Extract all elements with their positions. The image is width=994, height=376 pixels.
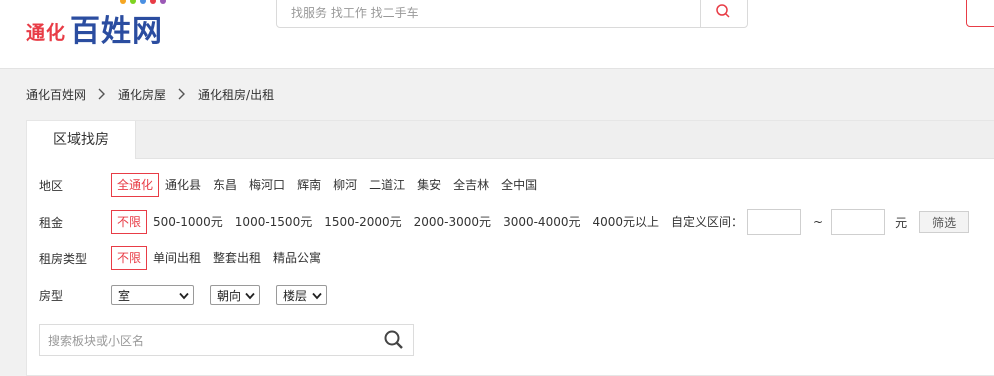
search-icon (384, 330, 403, 349)
area-option[interactable]: 全吉林 (453, 174, 489, 196)
logo-brand: 百姓网 (70, 14, 163, 49)
area-option[interactable]: 梅河口 (249, 174, 285, 196)
tab-area-search[interactable]: 区域找房 (27, 121, 136, 159)
rent-option[interactable]: 1500-2000元 (324, 211, 401, 233)
custom-range-label: 自定义区间： (671, 215, 744, 229)
area-filter-row: 地区 全通化 通化县 东昌 梅河口 辉南 柳河 二道江 集安 全吉林 全中国 (39, 173, 549, 197)
community-search (39, 324, 414, 356)
breadcrumb-housing[interactable]: 通化房屋 (118, 86, 166, 103)
floor-select-value: 楼层 (283, 289, 308, 303)
area-filter-label: 地区 (39, 178, 64, 193)
area-option-selected[interactable]: 全通化 (111, 173, 160, 197)
rent-option-selected[interactable]: 不限 (111, 210, 148, 234)
rent-type-option[interactable]: 精品公寓 (273, 247, 321, 269)
rent-filter-label: 租金 (39, 215, 64, 230)
rent-option[interactable]: 3000-4000元 (503, 211, 580, 233)
area-option[interactable]: 柳河 (333, 174, 357, 196)
rent-max-input[interactable] (831, 209, 886, 235)
rent-option[interactable]: 1000-1500元 (235, 211, 312, 233)
area-option[interactable]: 二道江 (369, 174, 405, 196)
floor-select-wrap: 楼层 (276, 285, 327, 305)
room-select-wrap: 室 (111, 285, 194, 305)
chevron-down-icon (245, 292, 255, 300)
room-select[interactable]: 室 (111, 285, 194, 305)
rent-min-input[interactable] (747, 209, 802, 235)
floor-select[interactable]: 楼层 (276, 285, 327, 305)
rent-option[interactable]: 2000-3000元 (414, 211, 491, 233)
community-search-button[interactable] (383, 329, 405, 351)
post-button[interactable] (966, 0, 994, 27)
chevron-right-icon (178, 88, 186, 100)
area-option[interactable]: 辉南 (297, 174, 321, 196)
community-search-input[interactable] (46, 331, 380, 351)
layout-filter-label: 房型 (39, 288, 64, 303)
tab-bar: 区域找房 (27, 121, 994, 159)
logo-city: 通化 (26, 22, 67, 44)
chevron-down-icon (179, 292, 189, 300)
breadcrumb: 通化百姓网 通化房屋 通化租房/出租 (26, 86, 274, 102)
rent-filter-button[interactable]: 筛选 (919, 211, 970, 233)
rent-option[interactable]: 4000元以上 (592, 211, 659, 233)
site-search-input[interactable] (289, 1, 693, 25)
rent-filter-row: 租金 不限 500-1000元 1000-1500元 1500-2000元 20… (39, 209, 970, 235)
orientation-select[interactable]: 朝向 (210, 285, 260, 305)
site-header: 通化 百姓网 (0, 0, 994, 69)
breadcrumb-rental[interactable]: 通化租房/出租 (198, 86, 274, 103)
filter-panel: 区域找房 地区 全通化 通化县 东昌 梅河口 辉南 柳河 二道江 集安 全吉林 … (26, 120, 994, 376)
rent-unit-label: 元 (895, 215, 908, 230)
area-option[interactable]: 集安 (417, 174, 441, 196)
orientation-select-value: 朝向 (217, 289, 242, 303)
layout-filter-row: 房型 室 朝向 楼层 (39, 285, 343, 305)
range-separator: ~ (813, 215, 824, 229)
site-search (276, 0, 748, 28)
rent-type-filter-row: 租房类型 不限 单间出租 整套出租 精品公寓 (39, 246, 333, 270)
area-option[interactable]: 通化县 (165, 174, 201, 196)
rent-type-filter-label: 租房类型 (39, 251, 88, 266)
site-search-button[interactable] (700, 0, 747, 27)
breadcrumb-home[interactable]: 通化百姓网 (26, 86, 86, 103)
chevron-down-icon (312, 292, 322, 300)
rent-type-option-selected[interactable]: 不限 (111, 246, 148, 270)
room-select-value: 室 (118, 289, 131, 303)
rent-type-option[interactable]: 整套出租 (213, 247, 261, 269)
rent-type-option[interactable]: 单间出租 (153, 247, 201, 269)
area-option[interactable]: 全中国 (501, 174, 537, 196)
area-option[interactable]: 东昌 (213, 174, 237, 196)
search-icon (716, 4, 730, 18)
orientation-select-wrap: 朝向 (210, 285, 260, 305)
rent-option[interactable]: 500-1000元 (153, 211, 223, 233)
chevron-right-icon (98, 88, 106, 100)
